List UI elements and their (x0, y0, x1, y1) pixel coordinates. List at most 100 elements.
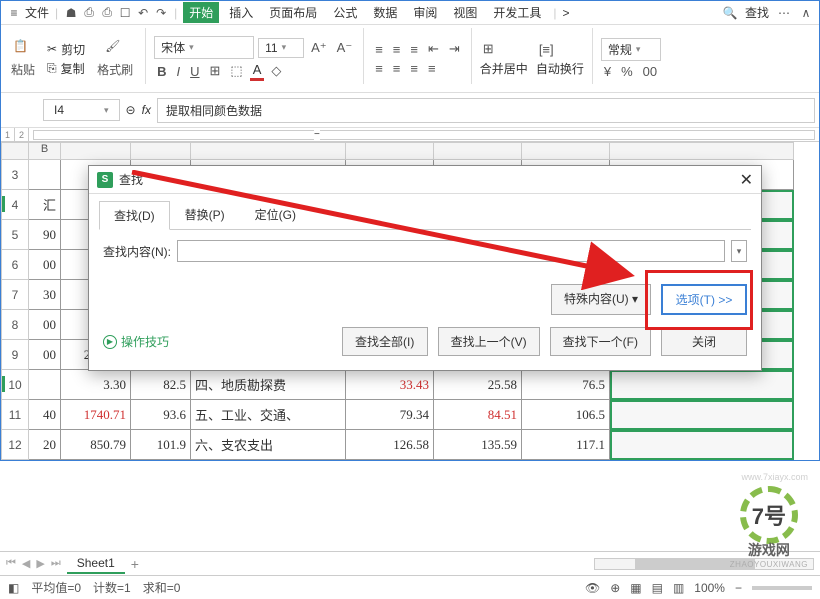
row-header[interactable]: 4 (1, 190, 29, 220)
cell[interactable] (610, 430, 794, 460)
find-dropdown-icon[interactable]: ▾ (731, 240, 747, 262)
cell[interactable]: 90 (29, 220, 61, 250)
bold-button[interactable]: B (154, 63, 169, 80)
hamburger-icon[interactable]: ≡ (7, 6, 21, 20)
grow-font-icon[interactable]: A⁺ (308, 39, 330, 57)
collapse-icon[interactable]: ∧ (799, 6, 813, 20)
cell[interactable]: 25.58 (434, 370, 522, 400)
undo-icon[interactable]: ↶ (136, 6, 150, 20)
find-all-button[interactable]: 查找全部(I) (342, 327, 428, 356)
cell[interactable]: 四、地质勘探费 (191, 370, 346, 400)
italic-button[interactable]: I (174, 63, 184, 80)
dialog-tab-replace[interactable]: 替换(P) (170, 200, 240, 229)
underline-button[interactable]: U (187, 63, 202, 80)
menu-file[interactable]: 文件 (25, 4, 49, 21)
tab-data[interactable]: 数据 (367, 2, 403, 23)
align-mid-icon[interactable]: ≡ (390, 41, 404, 58)
cell[interactable]: 1740.71 (61, 400, 131, 430)
save-icon[interactable]: ⎙ (82, 6, 96, 20)
align-center-icon[interactable]: ≡ (390, 60, 404, 77)
tab-dev[interactable]: 开发工具 (487, 2, 547, 23)
cell[interactable]: 00 (29, 340, 61, 370)
cell[interactable] (29, 160, 61, 190)
close-icon[interactable]: ✕ (740, 170, 753, 190)
row-header[interactable]: 5 (1, 220, 29, 250)
find-input[interactable] (177, 240, 725, 262)
tab-start[interactable]: 开始 (183, 2, 219, 23)
redo-icon[interactable]: ↷ (154, 6, 168, 20)
cell[interactable]: 76.5 (522, 370, 610, 400)
align-right-icon[interactable]: ≡ (407, 60, 421, 77)
tab-insert[interactable]: 插入 (223, 2, 259, 23)
cell[interactable]: 00 (29, 250, 61, 280)
sheet-tab[interactable]: Sheet1 (67, 554, 125, 574)
cell[interactable]: 30 (29, 280, 61, 310)
cell[interactable] (610, 400, 794, 430)
cell[interactable]: 79.34 (346, 400, 434, 430)
col-header[interactable] (346, 142, 434, 160)
options-button[interactable]: 选项(T) >> (661, 284, 747, 315)
view-eye-icon[interactable]: 👁 (585, 581, 600, 595)
menu-search[interactable]: 查找 (745, 4, 769, 21)
cell[interactable]: 3.30 (61, 370, 131, 400)
zoom-slider[interactable] (752, 586, 812, 590)
col-header[interactable] (522, 142, 610, 160)
cell[interactable]: 106.5 (522, 400, 610, 430)
special-button[interactable]: 特殊内容(U) ▾ (551, 284, 651, 315)
cell[interactable]: 五、工业、交通、 (191, 400, 346, 430)
align-left-icon[interactable]: ≡ (372, 60, 386, 77)
row-header[interactable]: 9 (1, 340, 29, 370)
tips-link[interactable]: 操作技巧 (121, 333, 169, 350)
tab-nav-prev-icon[interactable]: ◀ (22, 557, 30, 570)
view-break-icon[interactable]: ▥ (673, 581, 684, 595)
cell[interactable]: 33.43 (346, 370, 434, 400)
cell[interactable]: 126.58 (346, 430, 434, 460)
formula-input[interactable]: 提取相同颜色数据 (157, 98, 815, 123)
tab-view[interactable]: 视图 (447, 2, 483, 23)
cell[interactable] (29, 370, 61, 400)
close-button[interactable]: 关闭 (661, 327, 747, 356)
fill-color-icon[interactable]: ⬚ (227, 62, 245, 80)
col-header[interactable] (434, 142, 522, 160)
view-center-icon[interactable]: ⊕ (610, 581, 620, 595)
indent-inc-icon[interactable]: ⇥ (446, 40, 463, 58)
col-header[interactable] (61, 142, 131, 160)
dialog-tab-goto[interactable]: 定位(G) (240, 200, 311, 229)
cell[interactable]: 82.5 (131, 370, 191, 400)
row-header[interactable]: 6 (1, 250, 29, 280)
cell[interactable]: 93.6 (131, 400, 191, 430)
cut-icon[interactable]: ✂ (47, 42, 57, 56)
size-select[interactable]: 11▾ (258, 38, 304, 58)
currency-icon[interactable]: ¥ (601, 63, 614, 80)
align-top-icon[interactable]: ≡ (372, 41, 386, 58)
cell[interactable]: 135.59 (434, 430, 522, 460)
row-header[interactable]: 12 (1, 430, 29, 460)
select-all-corner[interactable] (1, 142, 29, 160)
zoom-label[interactable]: 100% (694, 581, 725, 595)
overflow-icon[interactable]: ⋯ (777, 6, 791, 20)
merge-icon[interactable]: ⊞ (480, 40, 497, 58)
zoom-out-icon[interactable]: − (735, 581, 742, 595)
wrap-icon[interactable]: [≡] (536, 41, 557, 58)
copy-button[interactable]: 复制 (61, 60, 85, 77)
cell[interactable]: 20 (29, 430, 61, 460)
col-header[interactable] (131, 142, 191, 160)
row-header[interactable]: 11 (1, 400, 29, 430)
copy-icon[interactable]: ⎘ (47, 61, 57, 76)
cell[interactable]: 117.1 (522, 430, 610, 460)
cell[interactable] (610, 370, 794, 400)
format-painter-button[interactable]: 🖌 格式刷 (93, 37, 137, 80)
merge-button[interactable]: 合并居中 (480, 60, 528, 77)
tab-nav-next-icon[interactable]: ▶ (36, 557, 44, 570)
tab-nav-last-icon[interactable]: ⏭ (51, 557, 61, 570)
cell[interactable]: 850.79 (61, 430, 131, 460)
search-icon[interactable]: 🔍 (723, 6, 737, 20)
cell[interactable]: 101.9 (131, 430, 191, 460)
cell[interactable]: 84.51 (434, 400, 522, 430)
view-page-icon[interactable]: ▤ (652, 581, 663, 595)
row-header[interactable]: 7 (1, 280, 29, 310)
col-header[interactable] (191, 142, 346, 160)
highlight-icon[interactable]: ◇ (268, 62, 284, 80)
view-normal-icon[interactable]: ▦ (630, 581, 641, 595)
col-header[interactable] (610, 142, 794, 160)
